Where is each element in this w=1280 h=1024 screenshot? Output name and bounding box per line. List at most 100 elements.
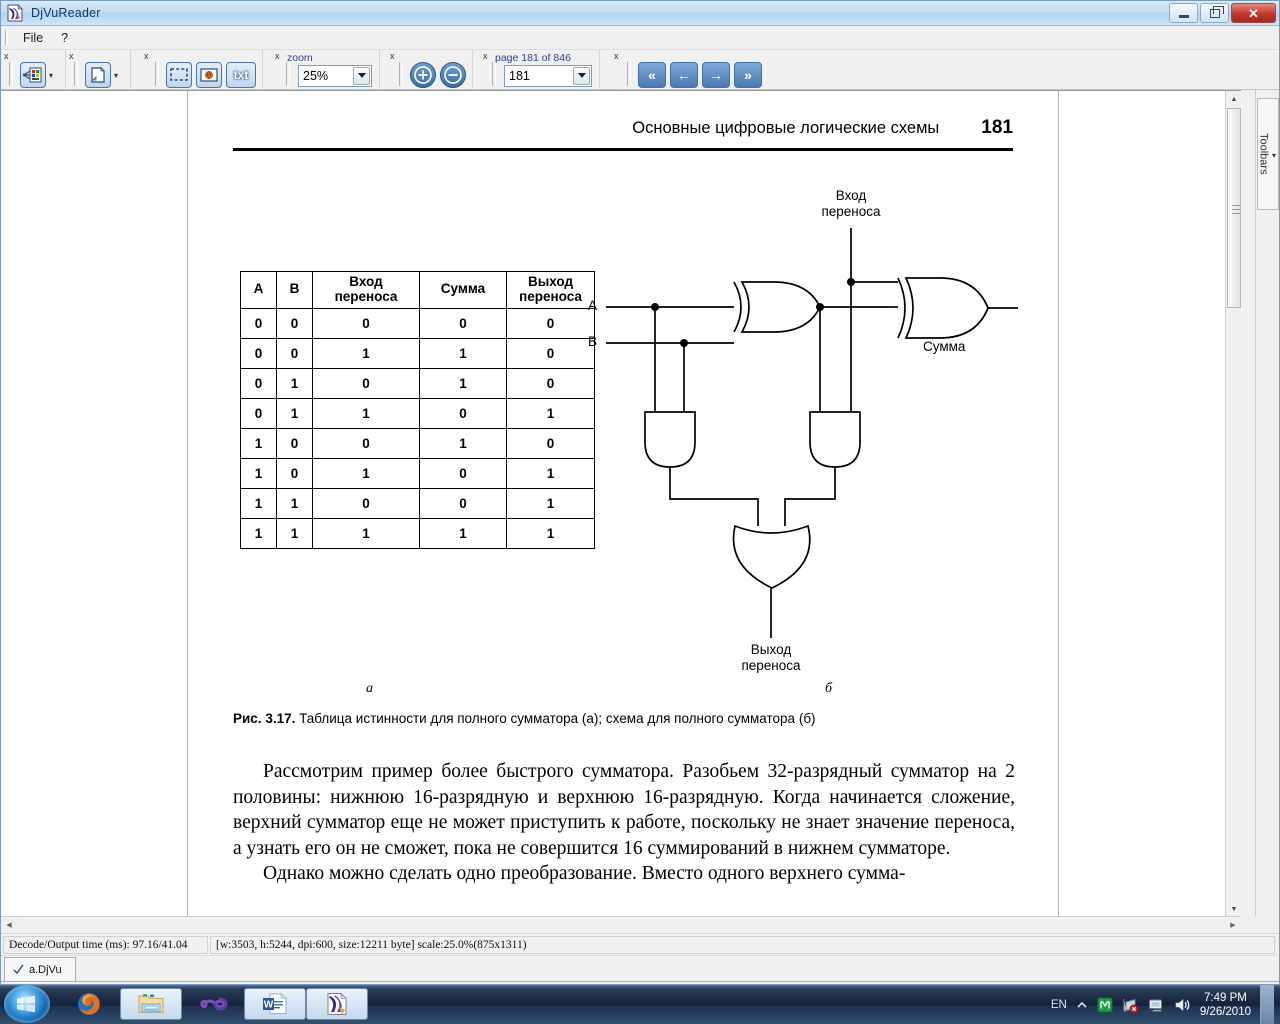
network-error-icon[interactable] <box>1122 997 1139 1013</box>
cell-a: 0 <box>240 307 277 339</box>
taskbar-item-explorer[interactable] <box>120 988 182 1020</box>
toolbars-panel-tab[interactable]: Toolbars ▾ <box>1257 98 1279 210</box>
menu-grip[interactable] <box>5 30 8 45</box>
display-mode-icon[interactable] <box>20 61 46 88</box>
start-button[interactable] <box>4 985 50 1023</box>
table-row: 01010 <box>240 367 595 399</box>
cell-carry-out: 1 <box>506 397 595 429</box>
cell-b: 1 <box>276 397 313 429</box>
toolbar-close-icon[interactable]: x <box>4 52 9 61</box>
close-icon: ✕ <box>1248 5 1259 21</box>
toolbar-drag-handle[interactable] <box>74 61 78 86</box>
toolbar-close-icon[interactable]: x <box>144 52 149 61</box>
zoom-out-button[interactable] <box>440 61 466 88</box>
infinity-app-icon <box>200 997 228 1011</box>
scroll-thumb-grip <box>1232 205 1240 206</box>
zoom-in-button[interactable] <box>410 61 436 88</box>
page-layout-icon[interactable] <box>85 61 111 88</box>
toolbar-drag-handle[interactable] <box>9 61 13 86</box>
close-button[interactable]: ✕ <box>1231 3 1276 23</box>
scroll-right-button[interactable]: ▶ <box>1225 917 1241 933</box>
document-tab[interactable]: a.DjVu <box>4 957 76 981</box>
menu-item-file[interactable]: File <box>14 29 52 47</box>
zoom-combo[interactable]: 25% <box>298 64 372 87</box>
title-bar: DjVuReader ✕ <box>1 1 1279 26</box>
toolbar-close-icon[interactable]: x <box>69 52 74 61</box>
text-mode-icon[interactable]: txt <box>226 61 256 88</box>
vertical-scrollbar[interactable]: ▲ ▼ <box>1225 91 1241 917</box>
subfigure-label-a: а <box>366 681 373 696</box>
scroll-down-button[interactable]: ▼ <box>1226 901 1242 917</box>
zoom-value: 25% <box>303 68 329 83</box>
figure-caption-number: Рис. 3.17. <box>233 711 296 726</box>
running-head: Основные цифровые логические схемы 181 <box>233 117 1013 139</box>
page-layout-dropdown-arrow[interactable]: ▾ <box>114 71 122 80</box>
chevron-down-icon[interactable]: ▾ <box>1270 151 1279 160</box>
toolbar-drag-handle[interactable] <box>492 61 496 86</box>
last-page-button[interactable]: » <box>734 61 762 88</box>
header-rule <box>233 148 1013 151</box>
windows-taskbar: W EN 7:49 PM 9/26/2010 <box>0 985 1280 1024</box>
page-number-value: 181 <box>509 68 530 83</box>
toolbars-panel-label: Toolbars <box>1257 133 1270 175</box>
toolbar-close-icon[interactable]: x <box>275 52 280 61</box>
cell-a: 0 <box>240 397 277 429</box>
maximize-button[interactable] <box>1200 3 1229 23</box>
toolbar-drag-handle[interactable] <box>155 61 159 86</box>
show-desktop-button[interactable] <box>1260 985 1274 1024</box>
figure-caption: Рис. 3.17. Таблица истинности для полног… <box>233 711 1023 726</box>
firefox-icon <box>78 993 100 1015</box>
cell-a: 0 <box>240 367 277 399</box>
toolbar-close-icon[interactable]: x <box>614 52 619 61</box>
toolbar-group-zoom: x zoom 25% <box>263 50 380 89</box>
column-header-sum: Сумма <box>419 271 507 309</box>
first-page-button[interactable]: « <box>638 61 666 88</box>
taskbar-item-infinity-app[interactable] <box>182 988 244 1020</box>
document-viewport[interactable]: Основные цифровые логические схемы 181 A… <box>1 90 1241 917</box>
toolbar-group-page-layout: x ▾ <box>66 50 131 89</box>
zoom-dropdown-arrow[interactable] <box>353 66 370 85</box>
cell-carry-out: 1 <box>506 487 595 519</box>
previous-page-button[interactable]: ← <box>670 61 698 88</box>
horizontal-scrollbar[interactable]: ◀ ▶ <box>1 916 1241 933</box>
checkmark-icon <box>13 964 24 975</box>
show-hidden-icons-chevron[interactable] <box>1076 999 1088 1011</box>
scroll-up-button[interactable]: ▲ <box>1226 91 1242 107</box>
document-tab-strip: a.DjVu <box>1 955 1279 984</box>
taskbar-item-djvureader[interactable] <box>306 988 368 1020</box>
body-text: Рассмотрим пример более быстрого суммато… <box>233 759 1015 887</box>
display-mode-dropdown-arrow[interactable]: ▾ <box>49 71 57 80</box>
select-area-icon[interactable] <box>166 61 192 88</box>
document-page: Основные цифровые логические схемы 181 A… <box>187 91 1059 917</box>
cell-a: 1 <box>240 457 277 489</box>
monitor-icon[interactable] <box>1148 997 1165 1013</box>
cell-b: 0 <box>276 457 313 489</box>
scroll-left-button[interactable]: ◀ <box>1 917 17 933</box>
column-header-carry-in: Вход переноса <box>312 271 420 309</box>
toolbar-drag-handle[interactable] <box>627 61 631 86</box>
image-mode-icon[interactable] <box>196 61 222 88</box>
page-dropdown-arrow[interactable] <box>573 66 590 85</box>
toolbar-drag-handle[interactable] <box>286 61 290 86</box>
table-row: 10010 <box>240 427 595 459</box>
next-page-button[interactable]: → <box>702 61 730 88</box>
taskbar-item-firefox[interactable] <box>58 988 120 1020</box>
cell-sum: 1 <box>419 367 507 399</box>
menu-item-help[interactable]: ? <box>52 29 77 47</box>
page-number-input[interactable]: 181 <box>504 64 592 87</box>
table-row: 00000 <box>240 307 595 339</box>
minimize-button[interactable] <box>1169 3 1198 23</box>
vertical-scroll-thumb[interactable] <box>1227 108 1241 308</box>
taskbar-item-word[interactable]: W <box>244 988 306 1020</box>
circuit-label-carry-out: Выход переноса <box>741 642 801 674</box>
green-app-icon[interactable] <box>1097 997 1113 1013</box>
toolbar-drag-handle[interactable] <box>399 61 403 86</box>
djvureader-window: DjVuReader ✕ File ? x ▾ x ▾ x txt x zoom… <box>0 0 1280 985</box>
toolbar-close-icon[interactable]: x <box>390 52 395 61</box>
taskbar-clock[interactable]: 7:49 PM 9/26/2010 <box>1200 991 1251 1019</box>
cell-carry-out: 0 <box>506 367 595 399</box>
toolbar-close-icon[interactable]: x <box>483 52 488 61</box>
volume-icon[interactable] <box>1174 997 1191 1013</box>
column-header-a: A <box>240 271 277 309</box>
language-indicator[interactable]: EN <box>1051 999 1067 1011</box>
